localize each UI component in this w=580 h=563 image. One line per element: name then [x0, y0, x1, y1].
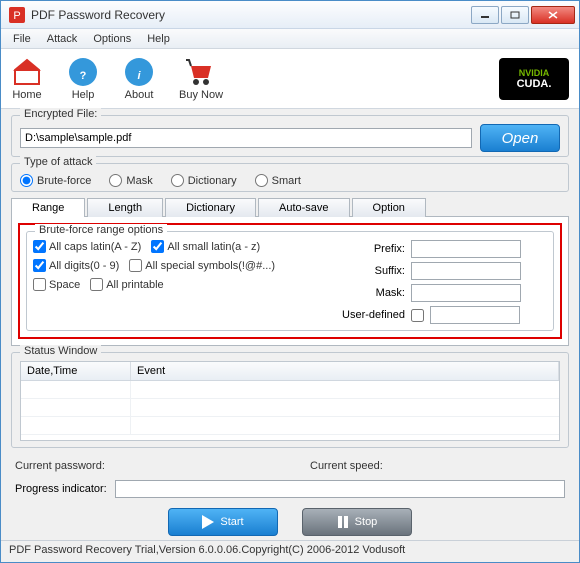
cart-icon — [185, 56, 217, 88]
menubar: File Attack Options Help — [1, 29, 579, 49]
titlebar: P PDF Password Recovery — [1, 1, 579, 29]
toolbar: Home ? Help i About Buy Now NVIDIA CUDA. — [1, 49, 579, 109]
check-caps[interactable]: All caps latin(A - Z) — [33, 240, 141, 253]
menu-attack[interactable]: Attack — [39, 31, 86, 47]
help-button[interactable]: ? Help — [67, 56, 99, 101]
maximize-button[interactable] — [501, 6, 529, 24]
encrypted-file-group: Encrypted File: Open — [11, 115, 569, 157]
mask-input[interactable] — [411, 284, 521, 302]
menu-help[interactable]: Help — [139, 31, 178, 47]
tab-panel-range: Brute-force range options All caps latin… — [11, 216, 569, 346]
userdefined-input[interactable] — [430, 306, 520, 324]
tab-length[interactable]: Length — [87, 198, 163, 217]
radio-mask[interactable]: Mask — [109, 174, 152, 187]
tabs: Range Length Dictionary Auto-save Option — [11, 198, 569, 217]
start-button[interactable]: Start — [168, 508, 278, 536]
attack-type-group: Type of attack Brute-force Mask Dictiona… — [11, 163, 569, 192]
home-icon — [11, 56, 43, 88]
open-button[interactable]: Open — [480, 124, 560, 152]
progress-label: Progress indicator: — [15, 483, 107, 495]
file-path-input[interactable] — [20, 128, 472, 148]
table-row — [21, 381, 559, 399]
status-window-group: Status Window Date,Time Event — [11, 352, 569, 448]
check-symbols[interactable]: All special symbols(!@#...) — [129, 259, 275, 272]
buy-button[interactable]: Buy Now — [179, 56, 223, 101]
close-button[interactable] — [531, 6, 575, 24]
table-row — [21, 399, 559, 417]
table-row — [21, 417, 559, 435]
radio-brute[interactable]: Brute-force — [20, 174, 91, 187]
pause-icon — [337, 515, 349, 529]
help-icon: ? — [67, 56, 99, 88]
check-userdefined[interactable] — [411, 309, 424, 322]
suffix-input[interactable] — [411, 262, 521, 280]
check-space[interactable]: Space — [33, 278, 80, 291]
prefix-input[interactable] — [411, 240, 521, 258]
stop-button[interactable]: Stop — [302, 508, 412, 536]
svg-text:P: P — [13, 10, 20, 22]
check-small[interactable]: All small latin(a - z) — [151, 240, 260, 253]
progress-bar — [115, 480, 565, 498]
tab-autosave[interactable]: Auto-save — [258, 198, 350, 217]
svg-text:?: ? — [80, 70, 87, 82]
menu-options[interactable]: Options — [85, 31, 139, 47]
app-window: P PDF Password Recovery File Attack Opti… — [0, 0, 580, 563]
status-bar: PDF Password Recovery Trial,Version 6.0.… — [1, 540, 579, 562]
current-password-label: Current password: — [15, 460, 270, 472]
about-icon: i — [123, 56, 155, 88]
cuda-logo: NVIDIA CUDA. — [499, 58, 569, 100]
app-icon: P — [9, 7, 25, 23]
col-event[interactable]: Event — [131, 362, 559, 380]
radio-smart[interactable]: Smart — [255, 174, 301, 187]
play-icon — [202, 515, 214, 529]
menu-file[interactable]: File — [5, 31, 39, 47]
brute-force-options-group: Brute-force range options All caps latin… — [26, 231, 554, 331]
tab-option[interactable]: Option — [352, 198, 426, 217]
window-title: PDF Password Recovery — [31, 8, 471, 22]
tab-range[interactable]: Range — [11, 198, 85, 217]
col-datetime[interactable]: Date,Time — [21, 362, 131, 380]
highlight-box: Brute-force range options All caps latin… — [18, 223, 562, 339]
check-digits[interactable]: All digits(0 - 9) — [33, 259, 119, 272]
tab-dictionary[interactable]: Dictionary — [165, 198, 256, 217]
home-button[interactable]: Home — [11, 56, 43, 101]
status-grid: Date,Time Event — [20, 361, 560, 441]
minimize-button[interactable] — [471, 6, 499, 24]
radio-dictionary[interactable]: Dictionary — [171, 174, 237, 187]
check-printable[interactable]: All printable — [90, 278, 163, 291]
current-speed-label: Current speed: — [310, 460, 565, 472]
about-button[interactable]: i About — [123, 56, 155, 101]
